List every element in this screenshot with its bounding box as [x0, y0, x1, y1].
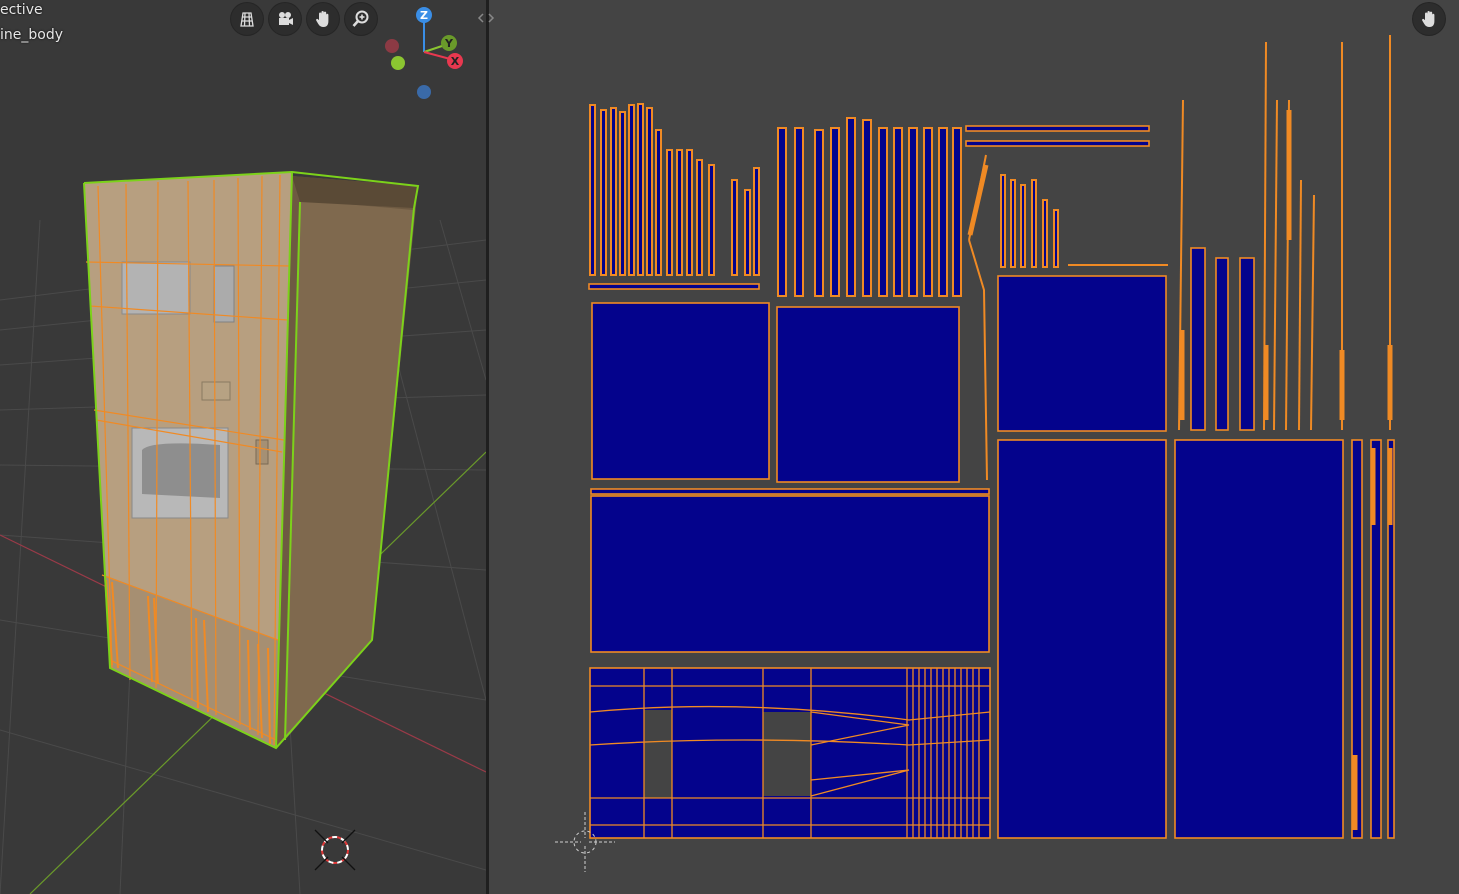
- machine-side-face-light: [285, 200, 413, 740]
- uv-strip-1[interactable]: [588, 283, 760, 290]
- uv-island-side-b[interactable]: [1174, 439, 1344, 839]
- uv-pan-view-button[interactable]: [1413, 3, 1445, 35]
- coin-slot: [213, 265, 235, 323]
- uv-strip-4[interactable]: [590, 488, 990, 495]
- uv-strip-9[interactable]: [1215, 257, 1229, 431]
- viewport-scene[interactable]: Z Y X: [0, 0, 486, 894]
- hand-icon: [316, 11, 329, 27]
- uv-thin-strips: [589, 103, 1059, 297]
- camera-view-button[interactable]: [269, 3, 301, 35]
- uv-layout[interactable]: [489, 0, 1459, 894]
- uv-strip-3[interactable]: [965, 140, 1150, 147]
- uv-island-front-right[interactable]: [776, 306, 960, 483]
- zoom-icon: [352, 10, 369, 27]
- gizmo-z-label: Z: [420, 9, 428, 22]
- active-object-label: ine_body: [0, 27, 63, 43]
- split-arrows-icon: [477, 13, 495, 23]
- dispenser-opening: [142, 443, 220, 498]
- gizmo-neg-z[interactable]: [417, 85, 431, 99]
- uv-island-top-right[interactable]: [997, 275, 1167, 432]
- gizmo-neg-x[interactable]: [385, 39, 399, 53]
- pan-view-button[interactable]: [307, 3, 339, 35]
- 3d-viewport[interactable]: Z Y X ective ine_body: [0, 0, 486, 894]
- gizmo-x-label: X: [451, 55, 460, 68]
- zoom-view-button[interactable]: [345, 3, 377, 35]
- uv-island-front-left[interactable]: [591, 302, 770, 480]
- uv-strip-10[interactable]: [1239, 257, 1255, 431]
- view-mode-label: ective: [0, 2, 43, 18]
- vending-machine-mesh[interactable]: [83, 170, 420, 750]
- navigation-gizmo[interactable]: Z Y X: [385, 7, 463, 99]
- coin-panel: [121, 261, 191, 315]
- uv-strip-8[interactable]: [1190, 247, 1206, 431]
- gizmo-neg-y[interactable]: [391, 56, 405, 70]
- grid-icon: [240, 12, 254, 27]
- toggle-ortho-button[interactable]: [231, 3, 263, 35]
- label-plate: [201, 381, 231, 401]
- uv-strip-2[interactable]: [965, 125, 1150, 132]
- side-latch: [255, 439, 269, 465]
- hand-icon: [1422, 11, 1435, 27]
- uv-editor[interactable]: [489, 0, 1459, 894]
- gizmo-y-label: Y: [444, 37, 454, 50]
- camera-icon: [279, 12, 293, 25]
- uv-island-wide[interactable]: [590, 495, 990, 653]
- uv-island-side-a[interactable]: [997, 439, 1167, 839]
- area-split-toggle[interactable]: [476, 9, 496, 27]
- 3d-cursor-icon[interactable]: [314, 829, 356, 871]
